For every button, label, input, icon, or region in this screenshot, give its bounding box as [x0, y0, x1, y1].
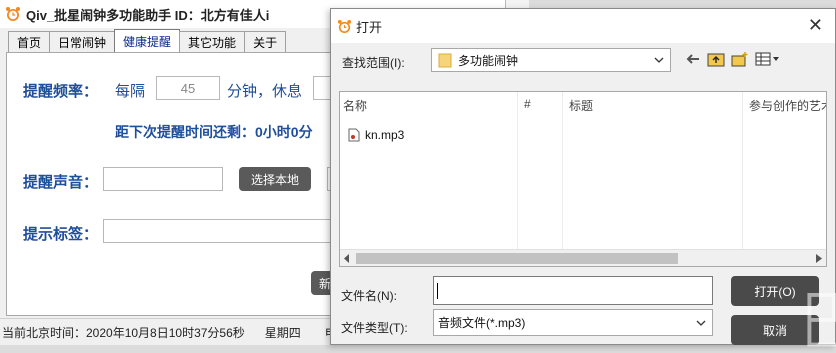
filetype-dropdown[interactable]: 音频文件(*.mp3) — [433, 309, 713, 336]
choose-local-button[interactable]: 选择本地 — [239, 167, 311, 191]
weekday: 星期四 — [264, 325, 301, 340]
remind-frequency-label: 提醒频率： — [23, 83, 99, 100]
countdown-text: 距下次提醒时间还剩：0小时0分 — [115, 124, 313, 140]
minute-rest-label: 分钟，休息 — [227, 83, 303, 100]
folder-icon — [438, 53, 452, 68]
app-title: Qiv_批星闹钟多功能助手 ID：北方有佳人i — [26, 7, 270, 23]
tag-label: 提示标签： — [23, 226, 99, 243]
tab-other-functions[interactable]: 其它功能 — [179, 31, 246, 52]
scroll-right-icon[interactable] — [816, 254, 822, 263]
horizontal-scrollbar[interactable] — [340, 249, 826, 266]
dialog-titlebar: 打开 ✕ — [331, 9, 835, 43]
tab-bar: 首页 日常闹钟 健康提醒 其它功能 关于 — [8, 29, 287, 53]
tag-input[interactable] — [103, 219, 339, 243]
audio-file-icon — [348, 128, 360, 142]
every-label: 每隔 — [115, 83, 146, 100]
back-arrow-icon[interactable] — [685, 52, 701, 66]
chevron-down-icon — [654, 57, 664, 63]
interval-minutes-input[interactable]: 45 — [156, 76, 220, 100]
sound-label: 提醒声音： — [23, 174, 99, 191]
tab-home[interactable]: 首页 — [8, 31, 51, 52]
text-caret — [437, 283, 438, 299]
dialog-toolbar — [685, 51, 781, 67]
column-name[interactable]: 名称 — [343, 97, 367, 114]
column-title[interactable]: 标题 — [569, 97, 593, 114]
tab-about[interactable]: 关于 — [244, 31, 287, 52]
file-list-header: 名称 # 标题 参与创作的艺术 — [340, 92, 826, 114]
current-time: 当前北京时间：2020年10月8日10时37分56秒 — [2, 325, 245, 340]
list-item[interactable]: kn.mp3 — [348, 128, 404, 142]
scrollbar-thumb[interactable] — [356, 253, 678, 264]
column-divider — [742, 92, 743, 266]
alarm-clock-icon — [337, 19, 352, 33]
filename-input[interactable] — [433, 276, 713, 305]
file-list[interactable]: 名称 # 标题 参与创作的艺术 kn.mp3 — [339, 91, 827, 267]
scroll-left-icon[interactable] — [344, 254, 350, 263]
close-icon[interactable]: ✕ — [808, 16, 823, 34]
cancel-button[interactable]: 取消 — [731, 315, 819, 345]
look-in-label: 查找范围(I): — [342, 56, 405, 70]
up-folder-icon[interactable] — [707, 51, 725, 67]
column-divider — [517, 92, 518, 266]
new-folder-icon[interactable] — [731, 51, 749, 67]
filename-label: 文件名(N): — [341, 289, 397, 303]
view-menu-icon[interactable] — [755, 52, 781, 66]
open-file-dialog: 打开 ✕ 查找范围(I): 多功能闹钟 名称 # 标题 参与创作的艺术 kn.m… — [330, 8, 836, 349]
open-button[interactable]: 打开(O) — [731, 276, 819, 306]
column-divider — [562, 92, 563, 266]
filetype-label: 文件类型(T): — [341, 321, 408, 335]
look-in-dropdown[interactable]: 多功能闹钟 — [431, 48, 671, 72]
column-artist[interactable]: 参与创作的艺术 — [749, 97, 826, 114]
alarm-clock-icon — [6, 7, 20, 21]
tab-daily-alarm[interactable]: 日常闹钟 — [49, 31, 116, 52]
look-in-value: 多功能闹钟 — [458, 53, 519, 68]
chevron-down-icon — [696, 320, 706, 326]
dialog-title: 打开 — [356, 19, 383, 35]
filetype-value: 音频文件(*.mp3) — [438, 316, 526, 330]
tab-health-reminder[interactable]: 健康提醒 — [114, 29, 181, 52]
file-name: kn.mp3 — [365, 128, 405, 142]
column-number[interactable]: # — [524, 97, 531, 111]
sound-input[interactable] — [103, 167, 223, 191]
